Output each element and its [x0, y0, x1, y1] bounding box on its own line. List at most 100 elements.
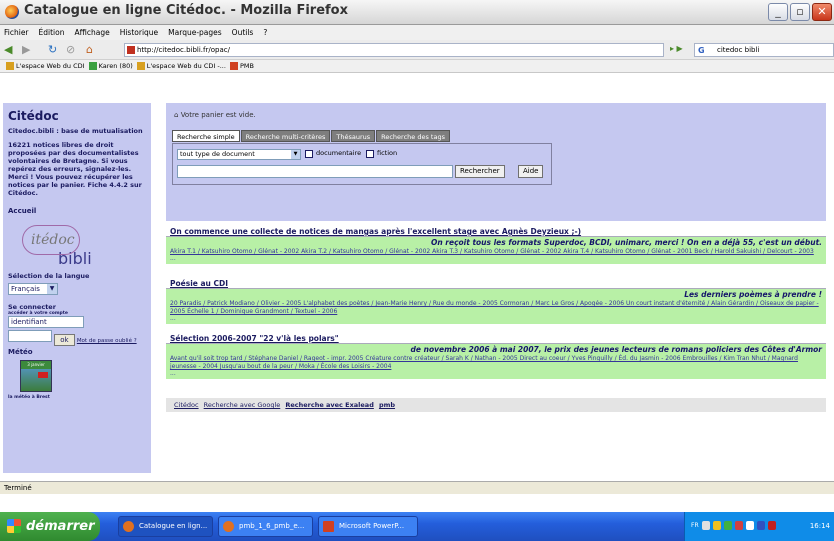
tray-icons: FR — [691, 521, 776, 530]
clock: 16:14 — [809, 522, 830, 530]
footer-link-pmb[interactable]: pmb — [379, 401, 395, 409]
system-tray: FR 16:14 — [684, 512, 834, 541]
search-input[interactable] — [177, 165, 453, 178]
tab-tags[interactable]: Recherche des tags — [376, 130, 450, 142]
web-search-input[interactable]: G citedoc bibli — [694, 43, 834, 57]
forward-icon[interactable]: ▶ — [22, 43, 30, 57]
window-titlebar[interactable]: Catalogue en ligne Citédoc. - Mozilla Fi… — [0, 0, 834, 25]
weather-widget[interactable]: 3 janvier — [20, 360, 52, 392]
tab-recherche-simple[interactable]: Recherche simple — [172, 130, 240, 142]
start-button[interactable]: démarrer — [0, 512, 100, 541]
menu-bar: Fichier Édition Affichage Historique Mar… — [0, 25, 834, 40]
section-items[interactable]: 20 Paradis / Patrick Modiano / Olivier -… — [170, 300, 822, 316]
alert-icon[interactable] — [767, 521, 776, 530]
section-description: de novembre 2006 à mai 2007, le prix des… — [410, 345, 822, 354]
bookmark-item[interactable]: L'espace Web du CDI — [6, 62, 85, 70]
document-type-value: tout type de document — [180, 150, 255, 158]
language-indicator[interactable]: FR — [691, 521, 699, 530]
section-title[interactable]: Poésie au CDI — [166, 278, 826, 289]
status-bar: Terminé — [0, 481, 834, 494]
footer-links: Citédoc Recherche avec Google Recherche … — [166, 398, 826, 412]
menu-outils[interactable]: Outils — [232, 28, 254, 37]
ok-button[interactable]: ok — [54, 334, 75, 346]
section-items[interactable]: Avant qu'il soit trop tard / Stéphane Da… — [170, 355, 822, 371]
home-icon[interactable]: ⌂ — [86, 43, 93, 57]
site-subtitle: Citedoc.bibli : base de mutualisation — [8, 127, 143, 135]
search-area: ⌂ Votre panier est vide. Recherche simpl… — [166, 103, 826, 221]
menu-fichier[interactable]: Fichier — [4, 28, 29, 37]
taskbar-item-pmb[interactable]: pmb_1_6_pmb_e... — [218, 516, 313, 537]
go-arrow-icon[interactable]: ▸ ▶ — [670, 44, 683, 53]
menu-edition[interactable]: Édition — [39, 28, 65, 37]
password-input[interactable] — [8, 330, 52, 342]
documentaire-checkbox[interactable] — [305, 150, 313, 158]
login-input[interactable]: identifiant — [8, 316, 84, 328]
bookmark-item[interactable]: Karen (80) — [88, 62, 133, 70]
taskbar-item-label: Catalogue en lign... — [139, 522, 208, 530]
taskbar-item-firefox[interactable]: Catalogue en lign... — [118, 516, 213, 537]
search-button[interactable]: Rechercher — [455, 165, 505, 178]
bookmark-item[interactable]: PMB — [229, 62, 254, 70]
url-input[interactable]: http://citedoc.bibli.fr/opac/ — [124, 43, 664, 57]
home-link[interactable]: Accueil — [8, 207, 146, 215]
antivirus-icon[interactable] — [723, 521, 732, 530]
powerpoint-icon — [323, 521, 334, 532]
content-bottom — [0, 473, 834, 481]
chevron-down-icon: ▼ — [47, 284, 57, 294]
login-input-value: identifiant — [11, 318, 47, 326]
section-body: Les derniers poèmes à prendre ! 20 Parad… — [166, 289, 826, 324]
section-title[interactable]: On commence une collecte de notices de m… — [166, 226, 826, 237]
weather-date: 3 janvier — [21, 361, 51, 369]
news-section: Poésie au CDI Les derniers poèmes à pren… — [166, 278, 826, 324]
desktop-gap — [0, 494, 834, 512]
fiction-checkbox[interactable] — [366, 150, 374, 158]
document-type-select[interactable]: tout type de document ▼ — [177, 149, 301, 160]
menu-aide[interactable]: ? — [263, 28, 267, 37]
section-title[interactable]: Sélection 2006-2007 "22 v'là les polars" — [166, 333, 826, 344]
network-icon[interactable] — [701, 521, 710, 530]
language-select[interactable]: Français ▼ — [8, 283, 58, 295]
section-description: Les derniers poèmes à prendre ! — [684, 290, 822, 299]
section-more-link[interactable]: ... — [170, 316, 822, 322]
window-controls: _ ▫ ✕ — [768, 3, 832, 21]
section-more-link[interactable]: ... — [170, 371, 822, 377]
maximize-button[interactable]: ▫ — [790, 3, 810, 21]
firefox-icon — [123, 521, 134, 532]
taskbar-item-label: Microsoft PowerP... — [339, 522, 405, 530]
menu-affichage[interactable]: Affichage — [74, 28, 109, 37]
login-heading: Se connecter — [8, 303, 56, 311]
taskbar-item-powerpoint[interactable]: Microsoft PowerP... — [318, 516, 418, 537]
section-items[interactable]: Akira T.1 / Katsuhiro Otomo / Glénat - 2… — [170, 248, 822, 256]
section-more-link[interactable]: ... — [170, 256, 822, 262]
firefox-icon — [5, 5, 19, 19]
forgot-password-link[interactable]: Mot de passe oublié ? — [77, 338, 137, 344]
help-button[interactable]: Aide — [518, 165, 544, 178]
windows-logo-icon — [7, 519, 21, 533]
bookmark-icon — [229, 62, 238, 70]
messenger-icon[interactable] — [756, 521, 765, 530]
bookmark-item[interactable]: L'espace Web du CDI -... — [136, 62, 226, 70]
footer-link-exalead[interactable]: Recherche avec Exalead — [285, 401, 374, 409]
menu-historique[interactable]: Historique — [120, 28, 158, 37]
fiction-label: fiction — [377, 149, 398, 157]
meteo-heading: Météo — [8, 348, 33, 356]
shield-icon[interactable] — [712, 521, 721, 530]
back-icon[interactable]: ◀ — [4, 43, 12, 57]
close-button[interactable]: ✕ — [812, 3, 832, 21]
tab-thesaurus[interactable]: Thésaurus — [331, 130, 376, 142]
weather-caption: la météo à Brest — [8, 395, 50, 400]
language-label: Sélection de la langue — [8, 272, 90, 280]
footer-link-citedoc[interactable]: Citédoc — [174, 401, 199, 409]
footer-link-google[interactable]: Recherche avec Google — [204, 401, 281, 409]
start-label: démarrer — [26, 519, 95, 534]
google-icon: G — [698, 46, 705, 55]
stop-icon[interactable]: ⊘ — [66, 43, 75, 57]
citedoc-logo: itédoc — [22, 225, 80, 255]
menu-marque-pages[interactable]: Marque-pages — [168, 28, 222, 37]
language-value: Français — [11, 285, 40, 293]
volume-icon[interactable] — [745, 521, 754, 530]
reload-icon[interactable]: ↻ — [48, 43, 57, 57]
minimize-button[interactable]: _ — [768, 3, 788, 21]
tab-recherche-multi[interactable]: Recherche multi-critères — [240, 130, 331, 142]
update-icon[interactable] — [734, 521, 743, 530]
